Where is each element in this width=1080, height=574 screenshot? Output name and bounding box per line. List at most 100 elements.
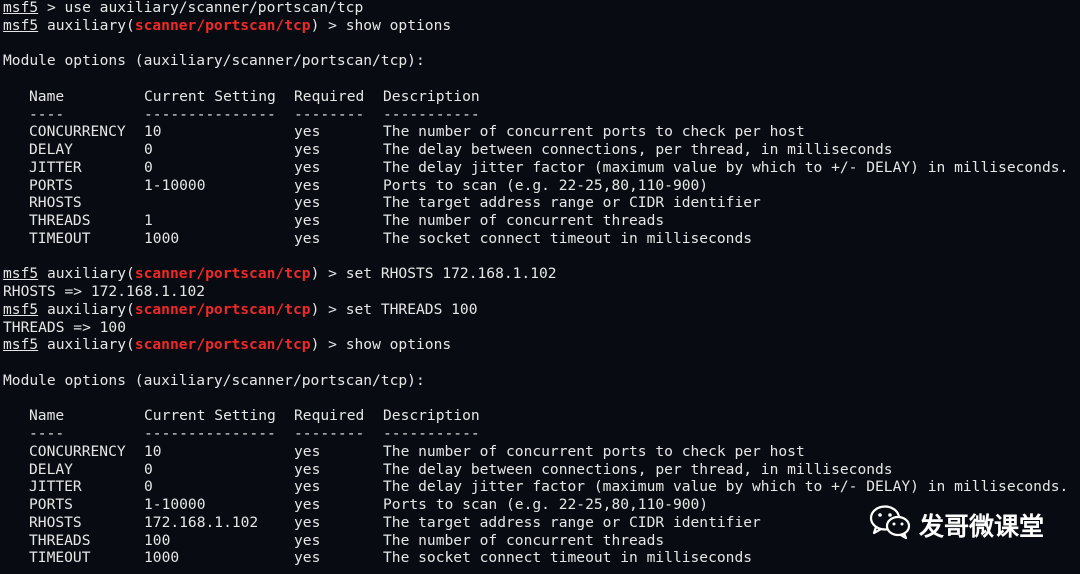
table-title: Module options (auxiliary/scanner/portsc… <box>3 371 425 389</box>
option-setting: 172.168.1.102 <box>144 513 259 531</box>
option-setting: 0 <box>144 460 153 478</box>
module-prefix: auxiliary <box>46 265 127 283</box>
option-description: The socket connect timeout in millisecon… <box>383 549 753 567</box>
option-description: The target address range or CIDR identif… <box>383 194 761 212</box>
option-setting: 100 <box>144 531 171 549</box>
option-name: TIMEOUT <box>29 229 91 247</box>
command-text: ) > set THREADS 100 <box>310 300 478 318</box>
option-description: The delay jitter factor (maximum value b… <box>383 158 1069 176</box>
option-description: Ports to scan (e.g. 22-25,80,110-900) <box>383 176 709 194</box>
option-description: The number of concurrent ports to check … <box>383 123 805 141</box>
command-text: ) > show options <box>310 16 452 34</box>
table-row: JITTER 0 yes The delay jitter factor (maxim… <box>3 478 1080 496</box>
watermark: 发哥微课堂 <box>869 505 1044 545</box>
option-setting: 1-10000 <box>144 496 206 513</box>
option-setting: 0 <box>144 141 153 158</box>
table-header: Name Current Setting Required Descriptio… <box>3 407 1080 425</box>
option-name: PORTS <box>29 176 73 194</box>
table-separator: ---- --------------- -------- ----------… <box>3 106 1080 124</box>
option-setting: 0 <box>144 158 153 176</box>
option-setting: 10 <box>144 442 162 460</box>
option-required: yes <box>294 460 321 478</box>
command-line: msf5 auxiliary(scanner/portscan/tcp) > s… <box>3 336 452 354</box>
header-description: Description <box>383 407 480 425</box>
option-description: The target address range or CIDR identif… <box>383 513 761 531</box>
separator-setting: --------------- <box>144 105 276 123</box>
header-setting: Current Setting <box>144 407 276 425</box>
option-name: THREADS <box>29 531 91 549</box>
option-setting: 1 <box>144 212 153 229</box>
command-line: msf5 auxiliary(scanner/portscan/tcp) > s… <box>3 16 452 34</box>
command-text: ) > show options <box>310 336 452 354</box>
wechat-icon <box>869 504 911 546</box>
table-row: TIMEOUT 1000 yes The socket connect timeout… <box>3 230 1080 248</box>
separator-setting: --------------- <box>144 425 276 442</box>
command-line: msf5 auxiliary(scanner/portscan/tcp) > s… <box>3 300 478 318</box>
separator-required: -------- <box>294 425 365 442</box>
option-required: yes <box>294 212 321 229</box>
option-setting: 10 <box>144 123 162 141</box>
module-path: scanner/portscan/tcp <box>134 16 311 34</box>
option-name: RHOSTS <box>29 194 82 212</box>
option-required: yes <box>294 176 321 194</box>
header-name: Name <box>29 407 65 425</box>
module-prefix: auxiliary <box>46 16 127 34</box>
module-prefix: auxiliary <box>46 300 127 318</box>
option-required: yes <box>294 496 321 513</box>
header-setting: Current Setting <box>144 87 276 105</box>
option-description: The number of concurrent threads <box>383 531 665 549</box>
option-required: yes <box>294 141 321 158</box>
option-name: TIMEOUT <box>29 549 91 567</box>
table-row: CONCURRENCY 10 yes The number of concurrent… <box>3 443 1080 461</box>
module-prefix: auxiliary <box>46 336 127 354</box>
command-line: msf5 auxiliary(scanner/portscan/tcp) > s… <box>3 265 557 283</box>
option-required: yes <box>294 549 321 567</box>
table-header: Name Current Setting Required Descriptio… <box>3 88 1080 106</box>
option-required: yes <box>294 442 321 460</box>
table-row: CONCURRENCY 10 yes The number of concurrent… <box>3 123 1080 141</box>
prompt-msf5: msf5 <box>3 336 39 354</box>
option-setting: 0 <box>144 478 153 496</box>
prompt-msf5: msf5 <box>3 265 39 283</box>
option-name: DELAY <box>29 460 73 478</box>
module-path: scanner/portscan/tcp <box>134 300 311 318</box>
separator-name: ---- <box>29 105 65 123</box>
option-name: PORTS <box>29 496 73 513</box>
options-table-1: CONCURRENCY 10 yes The number of concurrent… <box>3 123 1080 247</box>
command-output: THREADS => 100 <box>3 318 127 336</box>
option-required: yes <box>294 194 321 212</box>
option-description: The number of concurrent ports to check … <box>383 442 805 460</box>
option-required: yes <box>294 531 321 549</box>
command-text: > use auxiliary/scanner/portscan/tcp <box>38 0 364 16</box>
table-row: TIMEOUT 1000 yes The socket connect timeout… <box>3 549 1080 567</box>
option-description: The number of concurrent threads <box>383 212 665 229</box>
header-required: Required <box>294 407 365 425</box>
table-row: RHOSTS yes The target address range or CID… <box>3 194 1080 212</box>
prompt-msf5: msf5 <box>3 0 39 16</box>
table-row: DELAY 0 yes The delay between connections, … <box>3 461 1080 479</box>
option-name: CONCURRENCY <box>29 442 126 460</box>
prompt-msf5: msf5 <box>3 16 39 34</box>
option-setting: 1000 <box>144 549 180 567</box>
separator-description: ----------- <box>383 105 480 123</box>
option-required: yes <box>294 229 321 247</box>
option-name: DELAY <box>29 141 73 158</box>
option-description: The delay between connections, per threa… <box>383 460 893 478</box>
option-description: The socket connect timeout in millisecon… <box>383 229 753 247</box>
terminal-output: msf5 > use auxiliary/scanner/portscan/tc… <box>3 0 1080 567</box>
separator-name: ---- <box>29 425 65 442</box>
command-text: ) > set RHOSTS 172.168.1.102 <box>310 265 557 283</box>
header-required: Required <box>294 87 365 105</box>
table-row: DELAY 0 yes The delay between connections, … <box>3 141 1080 159</box>
option-name: CONCURRENCY <box>29 123 126 141</box>
watermark-text: 发哥微课堂 <box>918 512 1044 541</box>
module-path: scanner/portscan/tcp <box>134 265 311 283</box>
table-row: PORTS 1-10000 yes Ports to scan (e.g. 22-25… <box>3 177 1080 195</box>
option-name: JITTER <box>29 158 82 176</box>
option-setting: 1000 <box>144 229 180 247</box>
prompt-msf5: msf5 <box>3 300 39 318</box>
